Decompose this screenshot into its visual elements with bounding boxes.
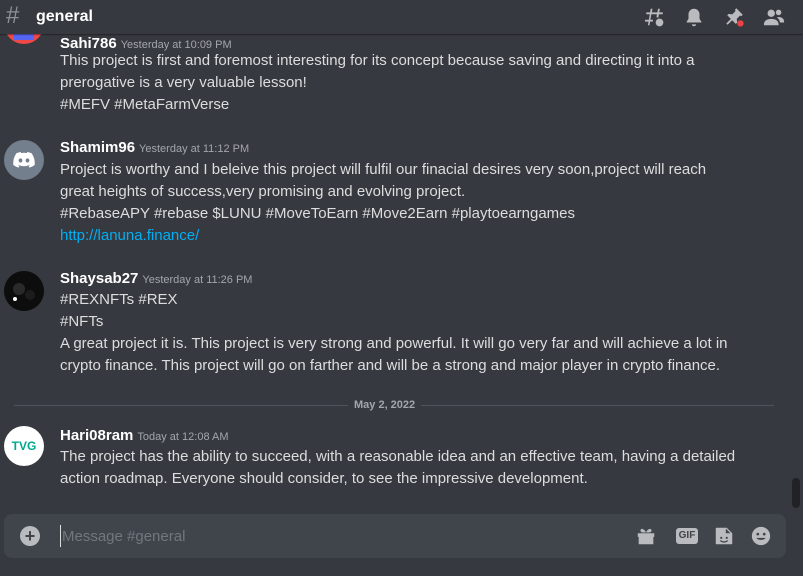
- sticker-icon[interactable]: [712, 524, 736, 548]
- date-divider-label: May 2, 2022: [348, 398, 422, 412]
- emoji-icon[interactable]: [749, 524, 773, 548]
- channel-name: general: [36, 8, 93, 25]
- scrollbar[interactable]: [790, 34, 803, 508]
- message-username[interactable]: Shaysab27 Yesterday at 11:26 PM: [60, 269, 252, 290]
- message-link[interactable]: http://lanuna.finance/: [60, 225, 199, 247]
- message-list: Sahi786 Yesterday at 10:09 PM This projec…: [0, 34, 790, 504]
- message-text: great heights of success,very promising …: [60, 183, 466, 200]
- add-icon[interactable]: +: [20, 526, 40, 546]
- message-text: The project has the ability to succeed, …: [60, 448, 736, 465]
- message-text: This project is first and foremost inter…: [60, 52, 695, 69]
- message-text: A great project it is. This project is v…: [60, 335, 728, 352]
- message-input[interactable]: [60, 525, 600, 547]
- pin-icon[interactable]: [723, 6, 745, 28]
- message-text: #RebaseAPY #rebase $LUNU #MoveToEarn #Mo…: [60, 205, 576, 222]
- message-composer: + GIF: [4, 514, 786, 558]
- message-username[interactable]: Hari08ram Today at 12:08 AM: [60, 426, 229, 447]
- channel-header: # general: [0, 0, 803, 34]
- avatar[interactable]: TVG: [4, 426, 44, 466]
- avatar[interactable]: [4, 271, 44, 311]
- message-text: prerogative is a very valuable lesson!: [60, 74, 307, 91]
- message-text: Project is worthy and I beleive this pro…: [60, 161, 707, 178]
- avatar[interactable]: [4, 140, 44, 180]
- gift-icon[interactable]: [634, 524, 658, 548]
- message-text: #REXNFTs #REX: [60, 291, 178, 308]
- message-timestamp: Today at 12:08 AM: [137, 431, 229, 443]
- message-text: action roadmap. Everyone should consider…: [60, 470, 588, 487]
- message-username[interactable]: Shamim96 Yesterday at 11:12 PM: [60, 138, 249, 159]
- message-text: #NFTs: [60, 313, 104, 330]
- message-timestamp: Yesterday at 11:12 PM: [139, 143, 250, 155]
- message-text: crypto finance. This project will go on …: [60, 357, 721, 374]
- gif-label: GIF: [675, 528, 699, 544]
- bell-icon[interactable]: [683, 6, 705, 28]
- channel-hash-icon: #: [6, 2, 20, 29]
- username-text[interactable]: Hari08ram: [60, 427, 133, 444]
- message-timestamp: Yesterday at 11:26 PM: [142, 274, 253, 286]
- avatar-text: TVG: [11, 439, 37, 453]
- username-text[interactable]: Shaysab27: [60, 270, 138, 287]
- members-icon[interactable]: [763, 6, 785, 28]
- message-text: #MEFV #MetaFarmVerse: [60, 96, 230, 113]
- threads-icon[interactable]: [643, 6, 665, 28]
- username-text[interactable]: Shamim96: [60, 139, 135, 156]
- gif-icon[interactable]: GIF: [673, 524, 701, 548]
- avatar[interactable]: [4, 34, 44, 44]
- scrollbar-thumb[interactable]: [792, 478, 800, 508]
